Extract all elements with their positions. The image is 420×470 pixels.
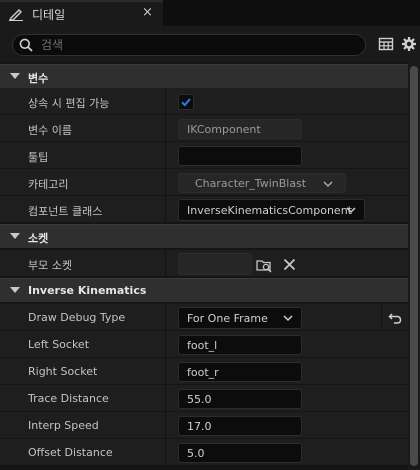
details-toolbar: [0, 26, 420, 62]
gear-icon[interactable]: [401, 36, 417, 52]
property-label: 변수 이름: [28, 124, 72, 137]
property-label: Left Socket: [28, 338, 90, 351]
column-divider: [165, 439, 166, 466]
collapse-arrow-icon: [10, 73, 20, 79]
draw-debug-type-value: For One Frame: [187, 312, 268, 325]
property-label: 상속 시 편집 가능: [28, 97, 110, 110]
pencil-icon: [8, 7, 24, 21]
row-tooltip: 툴팁: [0, 142, 408, 169]
folder-search-icon[interactable]: [256, 257, 272, 273]
category-socket[interactable]: 소켓: [0, 224, 408, 248]
row-offset-distance: Offset Distance 5.0: [0, 439, 408, 466]
category-label: 변수: [28, 72, 49, 85]
row-parent-socket: 부모 소켓: [0, 250, 408, 277]
scrollbar-thumb[interactable]: [410, 66, 418, 466]
column-divider: [165, 115, 166, 142]
search-icon: [19, 38, 33, 52]
property-label: Interp Speed: [28, 419, 99, 432]
column-divider: [165, 88, 166, 115]
vertical-scrollbar[interactable]: [408, 62, 420, 470]
tooltip-field[interactable]: [178, 146, 302, 166]
column-divider: [381, 304, 382, 331]
row-draw-debug-type: Draw Debug Type For One Frame: [0, 304, 408, 331]
offset-distance-field[interactable]: 5.0: [178, 443, 302, 463]
chevron-down-icon: [283, 315, 293, 322]
column-divider: [165, 385, 166, 412]
column-divider: [165, 142, 166, 169]
tab-close-button[interactable]: ×: [142, 5, 153, 20]
row-right-socket: Right Socket foot_r: [0, 358, 408, 385]
reset-to-default-icon[interactable]: [388, 311, 402, 325]
search-input[interactable]: [41, 37, 361, 53]
chevron-down-icon: [346, 207, 356, 214]
category-value: Character_TwinBlast: [195, 177, 307, 190]
category-combo[interactable]: Character_TwinBlast: [178, 173, 346, 193]
editable-on-instance-checkbox[interactable]: [178, 94, 194, 110]
collapse-arrow-icon: [10, 233, 20, 239]
tab-bar: 디테일 ×: [0, 0, 420, 26]
column-divider: [165, 358, 166, 385]
draw-debug-type-dropdown[interactable]: For One Frame: [178, 307, 302, 329]
row-interp-speed: Interp Speed 17.0: [0, 412, 408, 439]
variable-name-field[interactable]: IKComponent: [178, 119, 302, 139]
trace-distance-field[interactable]: 55.0: [178, 389, 302, 409]
property-label: 컴포넌트 클래스: [28, 205, 103, 218]
category-label: 소켓: [28, 232, 49, 245]
search-box[interactable]: [12, 34, 366, 56]
property-label: 부모 소켓: [28, 259, 72, 272]
left-socket-field[interactable]: foot_l: [178, 335, 302, 355]
property-label: Offset Distance: [28, 446, 113, 459]
check-icon: [181, 98, 191, 107]
tab-title: 디테일: [32, 8, 66, 22]
collapse-arrow-icon: [10, 287, 20, 293]
interp-speed-field[interactable]: 17.0: [178, 416, 302, 436]
tab-details[interactable]: 디테일 ×: [0, 0, 163, 26]
row-variable-name: 변수 이름 IKComponent: [0, 115, 408, 142]
component-class-dropdown[interactable]: InverseKinematicsComponent: [178, 199, 365, 221]
component-class-value: InverseKinematicsComponent: [187, 204, 352, 217]
column-divider: [165, 331, 166, 358]
column-divider: [165, 304, 166, 331]
category-inverse-kinematics[interactable]: Inverse Kinematics: [0, 278, 408, 302]
category-label: Inverse Kinematics: [28, 284, 147, 297]
row-editable-on-instance: 상속 시 편집 가능: [0, 88, 408, 115]
right-socket-field[interactable]: foot_r: [178, 362, 302, 382]
column-divider: [165, 412, 166, 439]
property-label: 카테고리: [28, 178, 69, 191]
row-left-socket: Left Socket foot_l: [0, 331, 408, 358]
column-divider: [165, 196, 166, 223]
clear-icon[interactable]: [283, 258, 296, 271]
property-label: Right Socket: [28, 365, 98, 378]
property-label: 툴팁: [28, 151, 49, 164]
column-divider: [165, 250, 166, 277]
details-panel: 변수 상속 시 편집 가능 변수 이름 IKComponent 툴팁 카테고리 …: [0, 62, 408, 470]
chevron-down-icon: [323, 181, 333, 188]
table-icon[interactable]: [378, 36, 394, 52]
row-component-class: 컴포넌트 클래스 InverseKinematicsComponent: [0, 196, 408, 223]
property-label: Trace Distance: [28, 392, 109, 405]
row-trace-distance: Trace Distance 55.0: [0, 385, 408, 412]
property-label: Draw Debug Type: [28, 311, 126, 324]
category-variables[interactable]: 변수: [0, 64, 408, 88]
row-category: 카테고리 Character_TwinBlast: [0, 169, 408, 196]
parent-socket-field[interactable]: [178, 253, 252, 275]
column-divider: [165, 169, 166, 196]
